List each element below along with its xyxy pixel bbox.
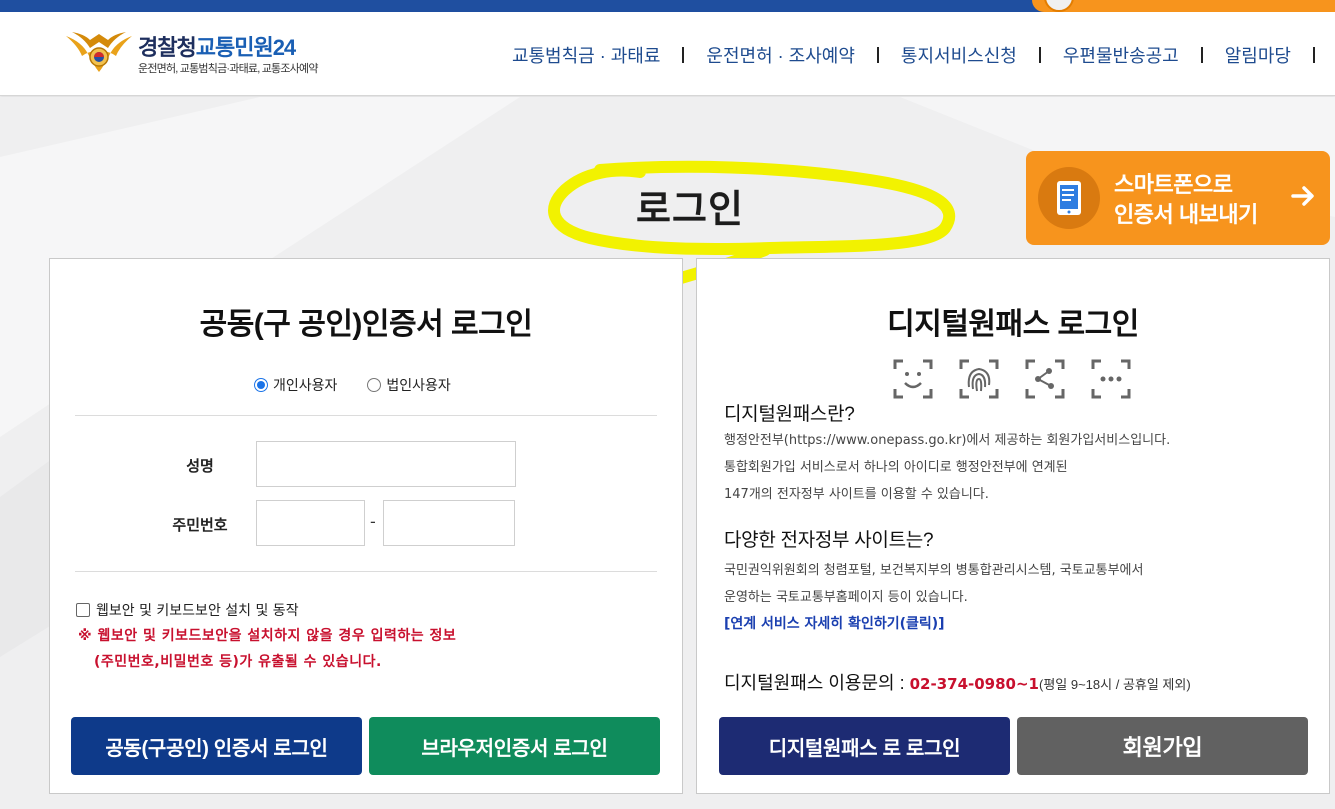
- radio-corporate-label[interactable]: 법인사용자: [386, 375, 450, 395]
- onepass-sites-line1: 국민권익위원회의 청렴포털, 보건복지부의 병통합관리시스템, 국토교통부에서: [724, 563, 1144, 578]
- pattern-icon: [1025, 359, 1065, 399]
- onepass-what-line3: 147개의 전자정부 사이트를 이용할 수 있습니다.: [724, 487, 989, 502]
- auth-methods-icons: [893, 359, 1157, 399]
- signup-button[interactable]: 회원가입: [1017, 717, 1308, 775]
- rrn-label: 주민번호: [172, 516, 228, 534]
- cert-login-heading: 공동(구 공인)인증서 로그인: [199, 308, 533, 341]
- security-warning-line2: (주민번호,비밀번호 등)가 유출될 수 있습니다.: [94, 654, 382, 670]
- onepass-sites-title: 다양한 전자정부 사이트는?: [724, 530, 934, 551]
- onepass-heading: 디지털원패스 로그인: [887, 308, 1139, 341]
- onepass-login-button[interactable]: 디지털원패스 로 로그인: [719, 717, 1010, 775]
- logo-title: 경찰청교통민원24: [138, 30, 296, 62]
- radio-personal[interactable]: [254, 378, 268, 392]
- nav-item-license[interactable]: 운전면허 · 조사예약: [684, 42, 876, 68]
- cert-login-panel: 공동(구 공인)인증서 로그인 개인사용자 법인사용자 성명 주민번호 - 웹보…: [49, 258, 683, 794]
- logo-subtitle: 운전면허, 교통범칙금·과태료, 교통조사예약: [138, 63, 318, 75]
- main-nav: 교통범칙금 · 과태료 운전면허 · 조사예약 통지서비스신청 우편물반송공고 …: [490, 42, 1315, 68]
- smartphone-icon: [1057, 181, 1081, 215]
- rrn-front-input[interactable]: [256, 500, 365, 546]
- page-title: 로그인: [636, 189, 744, 231]
- phone-badge-icon: [1044, 0, 1074, 12]
- face-scan-icon: [893, 359, 933, 399]
- name-label: 성명: [186, 457, 214, 475]
- divider: [75, 571, 657, 572]
- security-checkbox-row[interactable]: 웹보안 및 키보드보안 설치 및 동작: [76, 600, 299, 620]
- export-icon-circle: [1038, 167, 1100, 229]
- rrn-back-input[interactable]: [383, 500, 515, 546]
- nav-separator: [1313, 47, 1315, 63]
- site-header: 경찰청교통민원24 운전면허, 교통범칙금·과태료, 교통조사예약 교통범칙금 …: [0, 12, 1335, 96]
- onepass-what-line2: 통합회원가입 서비스로서 하나의 아이디로 행정안전부에 연계된: [724, 460, 1068, 475]
- onepass-sites-line2: 운영하는 국토교통부홈페이지 등이 있습니다.: [724, 590, 968, 605]
- cert-login-button[interactable]: 공동(구공인) 인증서 로그인: [71, 717, 362, 775]
- contact-phone: 02-374-0980~1: [909, 675, 1039, 693]
- security-warning-line1: ※ 웹보안 및 키보드보안을 설치하지 않을 경우 입력하는 정보: [78, 628, 457, 644]
- top-badge: [1032, 0, 1335, 12]
- logo-title-part2: 교통민원24: [195, 35, 296, 60]
- radio-corporate[interactable]: [367, 378, 382, 392]
- browser-cert-login-button[interactable]: 브라우저인증서 로그인: [369, 717, 660, 775]
- fingerprint-icon: [959, 359, 999, 399]
- rrn-dash: -: [370, 512, 376, 531]
- radio-personal-label[interactable]: 개인사용자: [273, 375, 337, 395]
- pin-icon: [1091, 359, 1131, 399]
- nav-item-returned-mail[interactable]: 우편물반송공고: [1041, 42, 1201, 68]
- export-cert-button[interactable]: 스마트폰으로 인증서 내보내기: [1026, 151, 1330, 245]
- nav-item-notice[interactable]: 알림마당: [1203, 42, 1313, 68]
- name-input[interactable]: [256, 441, 516, 487]
- nav-item-fines[interactable]: 교통범칙금 · 과태료: [490, 42, 682, 68]
- onepass-contact: 디지털원패스 이용문의 : 02-374-0980~1(평일 9~18시 / 공…: [724, 669, 1191, 695]
- security-checkbox[interactable]: [76, 603, 90, 617]
- divider: [75, 415, 657, 416]
- arrow-right-icon: [1291, 186, 1314, 206]
- police-emblem-icon: [66, 32, 132, 72]
- onepass-what-title: 디지털원패스란?: [724, 404, 855, 425]
- onepass-login-panel: 디지털원패스 로그인 디지털원패스란? 행정안전부(https://www.on…: [696, 258, 1330, 794]
- onepass-what-line1: 행정안전부(https://www.onepass.go.kr)에서 제공하는 …: [724, 433, 1171, 448]
- nav-item-notification[interactable]: 통지서비스신청: [879, 42, 1039, 68]
- linked-services-link[interactable]: [연계 서비스 자세히 확인하기(클릭)]: [724, 613, 945, 633]
- site-logo[interactable]: 경찰청교통민원24 운전면허, 교통범칙금·과태료, 교통조사예약: [64, 28, 354, 84]
- export-label: 스마트폰으로 인증서 내보내기: [1114, 172, 1258, 227]
- contact-hours: (평일 9~18시 / 공휴일 제외): [1039, 677, 1191, 692]
- security-checkbox-label[interactable]: 웹보안 및 키보드보안 설치 및 동작: [96, 600, 299, 620]
- contact-label: 디지털원패스 이용문의 :: [724, 673, 910, 693]
- user-type-radio-group: 개인사용자 법인사용자: [254, 375, 481, 395]
- logo-title-part1: 경찰청: [138, 35, 197, 60]
